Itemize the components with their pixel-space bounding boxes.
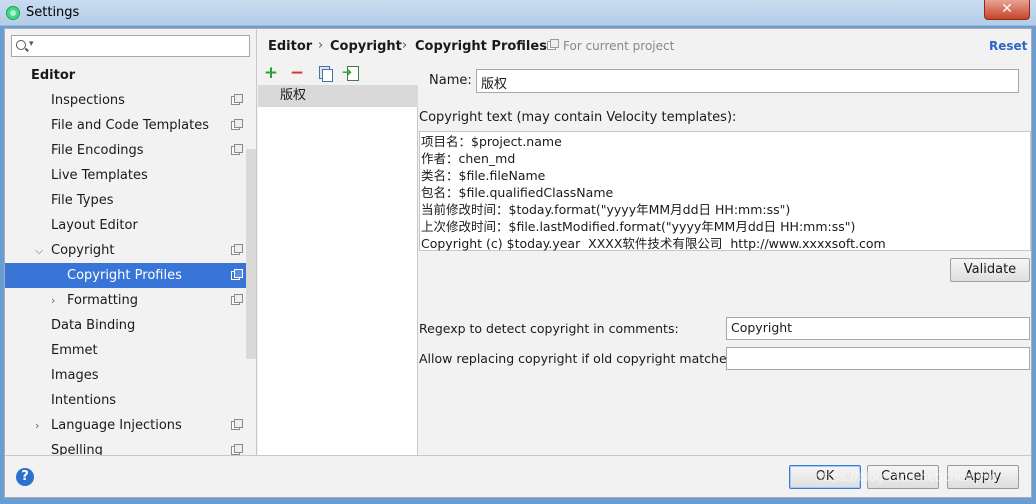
sidebar-item-file-and-code-templates[interactable]: File and Code Templates xyxy=(5,113,246,138)
help-icon[interactable]: ? xyxy=(16,468,34,486)
project-scope-icon xyxy=(231,444,243,455)
import-icon[interactable] xyxy=(342,63,360,82)
project-scope-icon xyxy=(231,419,243,430)
settings-dialog: ▾ Editor Inspections File and Code Templa… xyxy=(4,28,1032,498)
sidebar-item-label: Copyright xyxy=(51,243,115,258)
sidebar-item-live-templates[interactable]: Live Templates xyxy=(5,163,246,188)
copyright-text-line: 作者：chen_md xyxy=(421,151,516,166)
project-scope-icon xyxy=(231,119,243,130)
sidebar-item-label: File and Code Templates xyxy=(51,118,209,133)
copyright-text-line: 当前修改时间：$today.format("yyyy年MM月dd日 HH:mm:… xyxy=(421,202,791,217)
sidebar-item-intentions[interactable]: Intentions xyxy=(5,388,246,413)
sidebar-group-label: Editor xyxy=(31,68,76,83)
chevron-right-icon: › xyxy=(402,38,408,53)
sidebar-item-label: File Types xyxy=(51,193,114,208)
profile-list-item[interactable]: 版权 xyxy=(258,85,418,107)
chevron-down-icon[interactable]: ▾ xyxy=(29,39,34,49)
copyright-text-line: 类名：$file.fileName xyxy=(421,168,546,183)
window-title: Settings xyxy=(26,5,80,20)
sidebar-item-label: Inspections xyxy=(51,93,125,108)
breadcrumb: Editor › Copyright › Copyright Profiles … xyxy=(258,29,1031,63)
sidebar-item-label: Layout Editor xyxy=(51,218,138,233)
sidebar-item-language-injections[interactable]: › Language Injections xyxy=(5,413,246,438)
project-scope-icon xyxy=(231,144,243,155)
settings-tree: Editor Inspections File and Code Template… xyxy=(5,63,246,463)
project-scope-icon xyxy=(231,269,243,280)
chevron-right-icon: › xyxy=(318,38,324,53)
sidebar-item-emmet[interactable]: Emmet xyxy=(5,338,246,363)
reset-link[interactable]: Reset xyxy=(989,39,1027,53)
project-scope-icon xyxy=(231,94,243,105)
project-scope-icon xyxy=(231,294,243,305)
copy-icon[interactable] xyxy=(315,64,333,82)
remove-icon[interactable]: − xyxy=(288,64,306,82)
chevron-right-icon[interactable]: › xyxy=(51,288,55,313)
add-icon[interactable]: + xyxy=(262,64,280,82)
regexp-field[interactable]: Copyright xyxy=(726,317,1030,340)
regexp-label: Regexp to detect copyright in comments: xyxy=(419,321,679,336)
copyright-text-line: 上次修改时间：$file.lastModified.format("yyyy年M… xyxy=(421,219,856,234)
search-input[interactable]: ▾ xyxy=(11,35,250,57)
scope-label: For current project xyxy=(563,39,675,53)
chevron-down-icon[interactable]: ⌵ xyxy=(35,238,43,263)
search-icon xyxy=(16,40,26,50)
copyright-text-label: Copyright text (may contain Velocity tem… xyxy=(419,110,737,125)
copyright-text-line: 项目名：$project.name xyxy=(421,134,562,149)
project-scope-icon xyxy=(547,39,559,50)
sidebar-item-file-types[interactable]: File Types xyxy=(5,188,246,213)
copyright-text-editor[interactable]: 项目名：$project.name 作者：chen_md 类名：$file.file… xyxy=(419,131,1031,251)
breadcrumb-copyright[interactable]: Copyright xyxy=(330,39,402,54)
sidebar-item-label: Language Injections xyxy=(51,418,182,433)
chevron-right-icon[interactable]: › xyxy=(35,413,39,438)
sidebar-item-label: Images xyxy=(51,368,99,383)
sidebar-item-copyright-profiles[interactable]: Copyright Profiles xyxy=(5,263,246,288)
breadcrumb-editor[interactable]: Editor xyxy=(268,39,312,54)
name-field[interactable]: 版权 xyxy=(476,69,1019,93)
sidebar-item-file-encodings[interactable]: File Encodings xyxy=(5,138,246,163)
sidebar-item-formatting[interactable]: › Formatting xyxy=(5,288,246,313)
replace-field[interactable] xyxy=(726,347,1030,370)
sidebar-item-label: Copyright Profiles xyxy=(67,268,182,283)
sidebar-item-label: Emmet xyxy=(51,343,98,358)
copyright-text-line: 包名：$file.qualifiedClassName xyxy=(421,185,614,200)
sidebar-item-label: Formatting xyxy=(67,293,139,308)
profile-details: Name: 版权 Copyright text (may contain Vel… xyxy=(419,63,1031,455)
sidebar-item-label: Data Binding xyxy=(51,318,136,333)
sidebar-item-label: Live Templates xyxy=(51,168,148,183)
close-button[interactable]: ✕ xyxy=(984,0,1030,20)
sidebar-item-images[interactable]: Images xyxy=(5,363,246,388)
watermark: https://blog.csdn.net/chen_md xyxy=(815,470,998,484)
sidebar-scrollbar[interactable] xyxy=(246,149,256,359)
project-scope-icon xyxy=(231,244,243,255)
page-title: Copyright Profiles xyxy=(415,39,547,54)
sidebar-item-layout-editor[interactable]: Layout Editor xyxy=(5,213,246,238)
sidebar-item-label: Intentions xyxy=(51,393,117,408)
profiles-panel: + − 版权 xyxy=(258,63,418,455)
sidebar-item-inspections[interactable]: Inspections xyxy=(5,88,246,113)
sidebar-item-copyright[interactable]: ⌵ Copyright xyxy=(5,238,246,263)
profiles-toolbar: + − xyxy=(258,63,418,85)
sidebar-item-data-binding[interactable]: Data Binding xyxy=(5,313,246,338)
replace-label: Allow replacing copyright if old copyrig… xyxy=(419,351,738,366)
settings-sidebar: ▾ Editor Inspections File and Code Templa… xyxy=(5,29,257,458)
title-bar: Settings ✕ xyxy=(0,0,1036,26)
sidebar-item-label: File Encodings xyxy=(51,143,144,158)
android-studio-icon xyxy=(6,6,20,20)
sidebar-group-editor[interactable]: Editor xyxy=(5,63,246,88)
validate-button[interactable]: Validate xyxy=(950,258,1030,282)
name-label: Name: xyxy=(429,73,472,88)
copyright-text-line: Copyright (c) $today.year XXXX软件技术有限公司 h… xyxy=(421,236,886,251)
